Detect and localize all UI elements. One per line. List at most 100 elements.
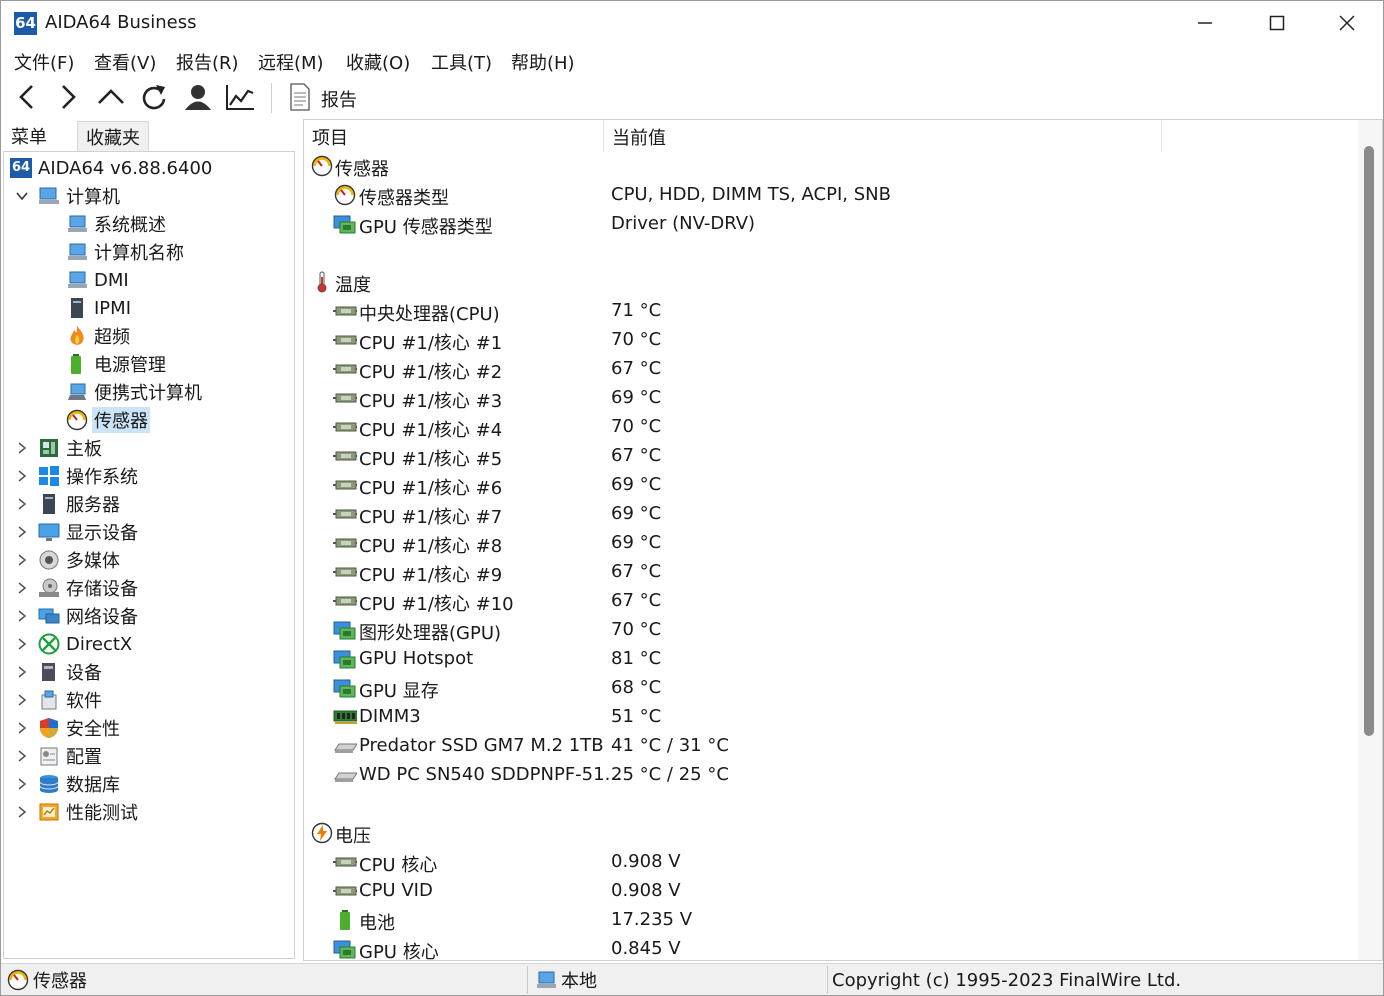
list-group-header[interactable]: 温度 <box>304 268 1354 297</box>
list-group-header[interactable]: 传感器 <box>304 152 1354 181</box>
chevron-right-icon[interactable] <box>14 496 30 512</box>
user-button[interactable] <box>181 80 215 114</box>
list-item[interactable]: GPU 显存 68 °C <box>304 674 1354 703</box>
tree-item-sensor[interactable]: 传感器 <box>66 406 150 434</box>
tree-item-network[interactable]: 网络设备 <box>14 602 140 630</box>
monitor-icon <box>38 521 60 543</box>
chevron-right-icon[interactable] <box>14 608 30 624</box>
tree-item-power[interactable]: 电源管理 <box>66 350 168 378</box>
list-item[interactable]: GPU Hotspot 81 °C <box>304 645 1354 674</box>
tree-item-database[interactable]: 数据库 <box>14 770 122 798</box>
list-item[interactable]: Predator SSD GM7 M.2 1TB 41 °C / 31 °C <box>304 732 1354 761</box>
tree-item-os[interactable]: 操作系统 <box>14 462 140 490</box>
report-button-icon-wrap[interactable] <box>283 80 317 114</box>
close-button[interactable] <box>1311 1 1383 45</box>
tab-favorites[interactable]: 收藏夹 <box>77 121 149 151</box>
list-item[interactable]: GPU 核心 0.845 V <box>304 935 1354 960</box>
tree-item-software[interactable]: 软件 <box>14 686 104 714</box>
chevron-right-icon[interactable] <box>14 552 30 568</box>
tree-item-label: 操作系统 <box>66 467 138 488</box>
list-item[interactable]: CPU #1/核心 #6 69 °C <box>304 471 1354 500</box>
chart-button[interactable] <box>223 80 257 114</box>
tree-item-computer[interactable]: 计算机 <box>14 182 122 210</box>
list-item[interactable]: CPU #1/核心 #10 67 °C <box>304 587 1354 616</box>
chevron-down-icon[interactable] <box>14 188 30 204</box>
menu-bar: 文件(F) 查看(V) 报告(R) 远程(M) 收藏(O) 工具(T) 帮助(H… <box>1 45 1383 77</box>
list-item[interactable]: CPU #1/核心 #9 67 °C <box>304 558 1354 587</box>
list-item[interactable]: WD PC SN540 SDDPNPF-51... 25 °C / 25 °C <box>304 761 1354 790</box>
chevron-right-icon[interactable] <box>14 748 30 764</box>
tree-item-overclock[interactable]: 超频 <box>66 322 132 350</box>
tree-item-label: 设备 <box>66 663 102 684</box>
tree-item-multimedia[interactable]: 多媒体 <box>14 546 122 574</box>
chevron-right-icon[interactable] <box>14 804 30 820</box>
chevron-right-icon[interactable] <box>14 440 30 456</box>
tree-item-config[interactable]: 配置 <box>14 742 104 770</box>
tree-item-display[interactable]: 显示设备 <box>14 518 140 546</box>
list-item[interactable]: CPU #1/核心 #3 69 °C <box>304 384 1354 413</box>
tree-item-laptop[interactable]: 便携式计算机 <box>66 378 204 406</box>
benchmark-icon <box>38 801 60 823</box>
menu-remote[interactable]: 远程(M) <box>258 49 324 75</box>
tree-item-security[interactable]: 安全性 <box>14 714 122 742</box>
chevron-right-icon[interactable] <box>14 692 30 708</box>
chevron-right-icon[interactable] <box>14 580 30 596</box>
list-item[interactable]: GPU 传感器类型 Driver (NV-DRV) <box>304 210 1354 239</box>
tab-menu[interactable]: 菜单 <box>3 121 55 151</box>
list-item[interactable]: CPU #1/核心 #4 70 °C <box>304 413 1354 442</box>
tree-item-ipmi[interactable]: IPMI <box>66 294 133 322</box>
column-header-item[interactable]: 项目 <box>304 120 604 152</box>
list-item[interactable]: 传感器类型 CPU, HDD, DIMM TS, ACPI, SNB <box>304 181 1354 210</box>
tree-root[interactable]: 64 AIDA64 v6.88.6400 <box>10 154 214 182</box>
list-item[interactable]: CPU 核心 0.908 V <box>304 848 1354 877</box>
tree-item-dmi[interactable]: DMI <box>66 266 131 294</box>
chevron-right-icon[interactable] <box>14 776 30 792</box>
list-item[interactable]: CPU VID 0.908 V <box>304 877 1354 906</box>
tree-item-label: 安全性 <box>66 719 120 740</box>
list-item[interactable]: CPU #1/核心 #5 67 °C <box>304 442 1354 471</box>
menu-help[interactable]: 帮助(H) <box>511 49 575 75</box>
chevron-right-icon[interactable] <box>14 664 30 680</box>
chevron-right-icon[interactable] <box>14 636 30 652</box>
tree-item-label: 传感器 <box>92 407 150 433</box>
chevron-right-icon[interactable] <box>14 720 30 736</box>
menu-tools[interactable]: 工具(T) <box>431 49 492 75</box>
tree-item-storage[interactable]: 存储设备 <box>14 574 140 602</box>
tree-item-computer-name[interactable]: 计算机名称 <box>66 238 186 266</box>
report-button-label[interactable]: 报告 <box>321 86 357 112</box>
list-item[interactable]: DIMM3 51 °C <box>304 703 1354 732</box>
tree-item-summary[interactable]: 系统概述 <box>66 210 168 238</box>
list-item[interactable]: 电池 17.235 V <box>304 906 1354 935</box>
forward-button[interactable] <box>51 80 85 114</box>
list-item[interactable]: CPU #1/核心 #2 67 °C <box>304 355 1354 384</box>
chevron-right-icon[interactable] <box>14 468 30 484</box>
tree-item-label: 主板 <box>66 439 102 460</box>
minimize-button[interactable] <box>1169 1 1241 45</box>
refresh-button[interactable] <box>137 80 171 114</box>
menu-favorites[interactable]: 收藏(O) <box>346 49 410 75</box>
back-button[interactable] <box>10 80 44 114</box>
computer-icon <box>66 269 88 291</box>
tree-item-devices[interactable]: 设备 <box>14 658 104 686</box>
tree-item-server[interactable]: 服务器 <box>14 490 122 518</box>
list-item[interactable]: CPU #1/核心 #7 69 °C <box>304 500 1354 529</box>
list-item[interactable]: 图形处理器(GPU) 70 °C <box>304 616 1354 645</box>
group-label: 温度 <box>335 275 371 296</box>
tree-item-directx[interactable]: DirectX <box>14 630 134 658</box>
up-button[interactable] <box>94 80 128 114</box>
item-value: 69 °C <box>611 387 662 408</box>
maximize-button[interactable] <box>1241 1 1313 45</box>
tree-item-benchmark[interactable]: 性能测试 <box>14 798 140 826</box>
scrollbar-thumb[interactable] <box>1364 146 1374 736</box>
column-header-value[interactable]: 当前值 <box>604 120 1162 152</box>
menu-report[interactable]: 报告(R) <box>176 49 239 75</box>
list-group-header[interactable]: 电压 <box>304 819 1354 848</box>
menu-view[interactable]: 查看(V) <box>94 49 156 75</box>
menu-file[interactable]: 文件(F) <box>14 49 74 75</box>
list-item[interactable]: 中央处理器(CPU) 71 °C <box>304 297 1354 326</box>
list-item[interactable]: CPU #1/核心 #1 70 °C <box>304 326 1354 355</box>
server-icon <box>66 297 88 319</box>
chevron-right-icon[interactable] <box>14 524 30 540</box>
list-item[interactable]: CPU #1/核心 #8 69 °C <box>304 529 1354 558</box>
tree-item-motherboard[interactable]: 主板 <box>14 434 104 462</box>
